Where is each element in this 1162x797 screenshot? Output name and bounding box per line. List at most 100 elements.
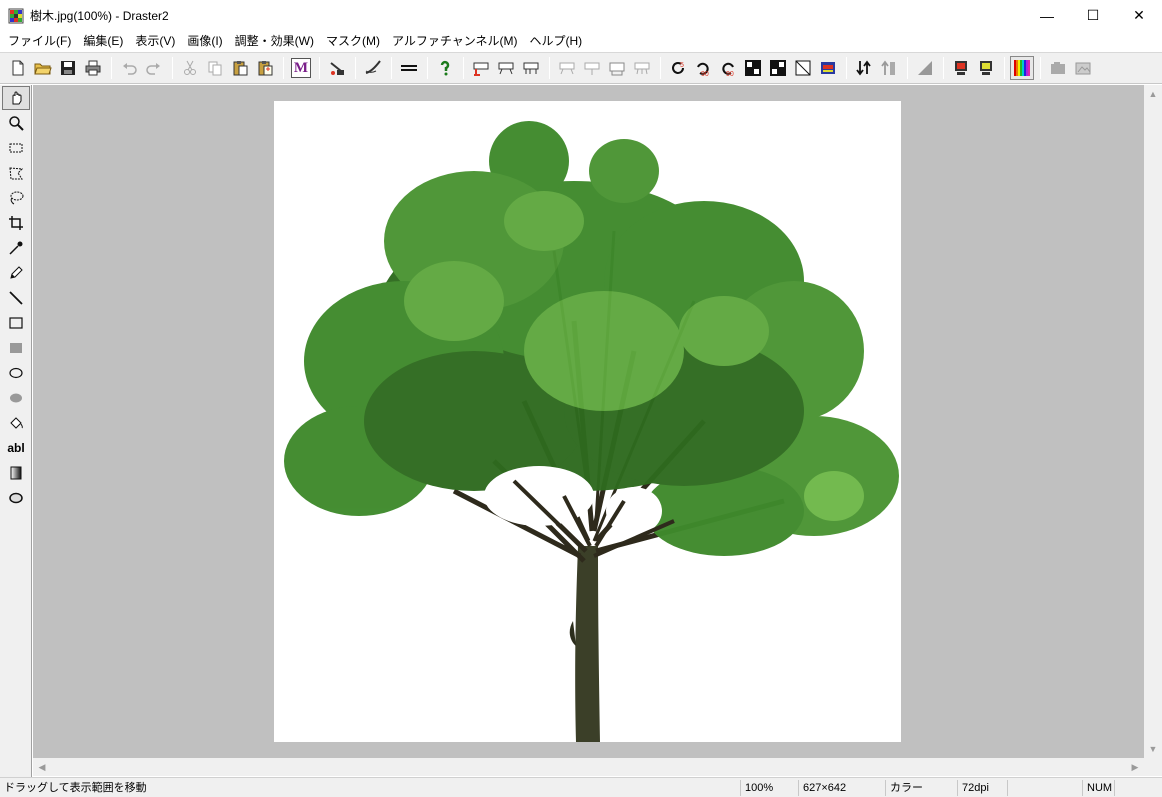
status-bar: ドラッグして表示範囲を移動 100% 627×642 カラー 72dpi NUM (0, 777, 1162, 797)
capture-screen-button[interactable] (519, 56, 543, 80)
save-icon (61, 61, 75, 75)
printer-icon (85, 60, 101, 76)
menu-edit[interactable]: 編集(E) (77, 31, 129, 51)
sort-up-button[interactable] (877, 56, 901, 80)
capture-disabled-3-button[interactable] (605, 56, 629, 80)
paste-button[interactable] (228, 56, 252, 80)
lasso-tool[interactable] (2, 186, 30, 210)
save-button[interactable] (56, 56, 80, 80)
scroll-right-icon[interactable]: ▶ (1126, 758, 1144, 776)
blur-tool[interactable] (2, 486, 30, 510)
redo-icon (146, 63, 160, 75)
menu-view[interactable]: 表示(V) (129, 31, 181, 51)
pencil-tool[interactable] (2, 261, 30, 285)
rect-select-tool[interactable] (2, 136, 30, 160)
toolbar-separator (1004, 57, 1005, 79)
capture-disabled-4-button[interactable] (630, 56, 654, 80)
toolbar-separator (172, 57, 173, 79)
copy-icon (208, 61, 222, 76)
minimize-button[interactable]: — (1024, 0, 1070, 31)
rotate-left-button[interactable]: 90 (691, 56, 715, 80)
monitor-1-button[interactable] (949, 56, 973, 80)
camera-button[interactable] (1046, 56, 1070, 80)
cut-button[interactable] (178, 56, 202, 80)
capture-disabled-2-button[interactable] (580, 56, 604, 80)
rotate-right-button[interactable]: 90 (716, 56, 740, 80)
copy-button[interactable] (203, 56, 227, 80)
scroll-up-icon[interactable]: ▲ (1144, 85, 1162, 103)
filled-rectangle-tool[interactable] (2, 336, 30, 360)
macro-icon: M (291, 58, 311, 78)
status-color-mode: カラー (885, 780, 957, 796)
capture-window-button[interactable] (469, 56, 493, 80)
maximize-button[interactable]: ☐ (1070, 0, 1116, 31)
image-canvas[interactable] (274, 101, 901, 742)
monitor-2-button[interactable] (974, 56, 998, 80)
paste-new-icon (258, 61, 273, 76)
maximize-icon: ☐ (1086, 7, 1100, 23)
undo-icon (123, 63, 137, 75)
menu-image[interactable]: 画像(I) (181, 31, 228, 51)
toolbar-separator (111, 57, 112, 79)
image-capture-button[interactable] (1071, 56, 1095, 80)
toolbar-separator (549, 57, 550, 79)
app-icon[interactable] (8, 8, 24, 24)
new-file-button[interactable] (6, 56, 30, 80)
flip-vertical-button[interactable] (766, 56, 790, 80)
redo-button[interactable] (142, 56, 166, 80)
scanner-icon (330, 62, 344, 75)
ellipse-tool[interactable] (2, 361, 30, 385)
gradient-button[interactable] (913, 56, 937, 80)
rectangle-tool[interactable] (2, 311, 30, 335)
flip-horizontal-button[interactable] (741, 56, 765, 80)
menu-file[interactable]: ファイル(F) (2, 31, 77, 51)
workspace-area[interactable] (33, 85, 1144, 758)
svg-text:5: 5 (680, 62, 684, 69)
brush-icon (365, 60, 381, 74)
sort-down-button[interactable] (852, 56, 876, 80)
line-width-button[interactable] (397, 56, 421, 80)
image-size-button[interactable] (816, 56, 840, 80)
open-file-button[interactable] (31, 56, 55, 80)
help-question-icon (440, 60, 450, 76)
vertical-scrollbar[interactable]: ▲ ▼ (1144, 85, 1162, 758)
scroll-corner (1144, 758, 1162, 776)
palette-button[interactable] (1010, 56, 1034, 80)
paste-new-button[interactable] (253, 56, 277, 80)
toolbar-separator (943, 57, 944, 79)
crop-tool[interactable] (2, 211, 30, 235)
line-tool[interactable] (2, 286, 30, 310)
zoom-tool[interactable] (2, 111, 30, 135)
scroll-left-icon[interactable]: ◀ (33, 758, 51, 776)
filled-ellipse-tool[interactable] (2, 386, 30, 410)
print-button[interactable] (81, 56, 105, 80)
blur-ellipse-icon (9, 492, 23, 504)
horizontal-scrollbar[interactable]: ◀ ▶ (33, 758, 1144, 776)
gradient-tool[interactable] (2, 461, 30, 485)
hand-tool[interactable] (2, 86, 30, 110)
macro-button[interactable]: M (289, 56, 313, 80)
skew-button[interactable] (791, 56, 815, 80)
capture-disabled-icon (584, 62, 600, 75)
eyedropper-tool[interactable] (2, 236, 30, 260)
rotate-custom-button[interactable]: 5 (666, 56, 690, 80)
menu-adjust-effects[interactable]: 調整・効果(W) (229, 31, 320, 51)
menu-mask[interactable]: マスク(M) (320, 31, 386, 51)
close-button[interactable]: ✕ (1116, 0, 1162, 31)
toolbar-separator (355, 57, 356, 79)
brush-button[interactable] (361, 56, 385, 80)
status-dpi: 72dpi (957, 780, 1007, 796)
image-capture-icon (1075, 62, 1091, 75)
help-button[interactable] (433, 56, 457, 80)
fill-tool[interactable] (2, 411, 30, 435)
polygon-select-tool[interactable] (2, 161, 30, 185)
undo-button[interactable] (117, 56, 141, 80)
menu-help[interactable]: ヘルプ(H) (524, 31, 589, 51)
capture-screen-icon (523, 62, 539, 74)
menu-alpha-channel[interactable]: アルファチャンネル(M) (386, 31, 524, 51)
text-tool[interactable]: abl (2, 436, 30, 460)
capture-area-button[interactable] (494, 56, 518, 80)
capture-disabled-1-button[interactable] (555, 56, 579, 80)
scroll-down-icon[interactable]: ▼ (1144, 740, 1162, 758)
scanner-button[interactable] (325, 56, 349, 80)
